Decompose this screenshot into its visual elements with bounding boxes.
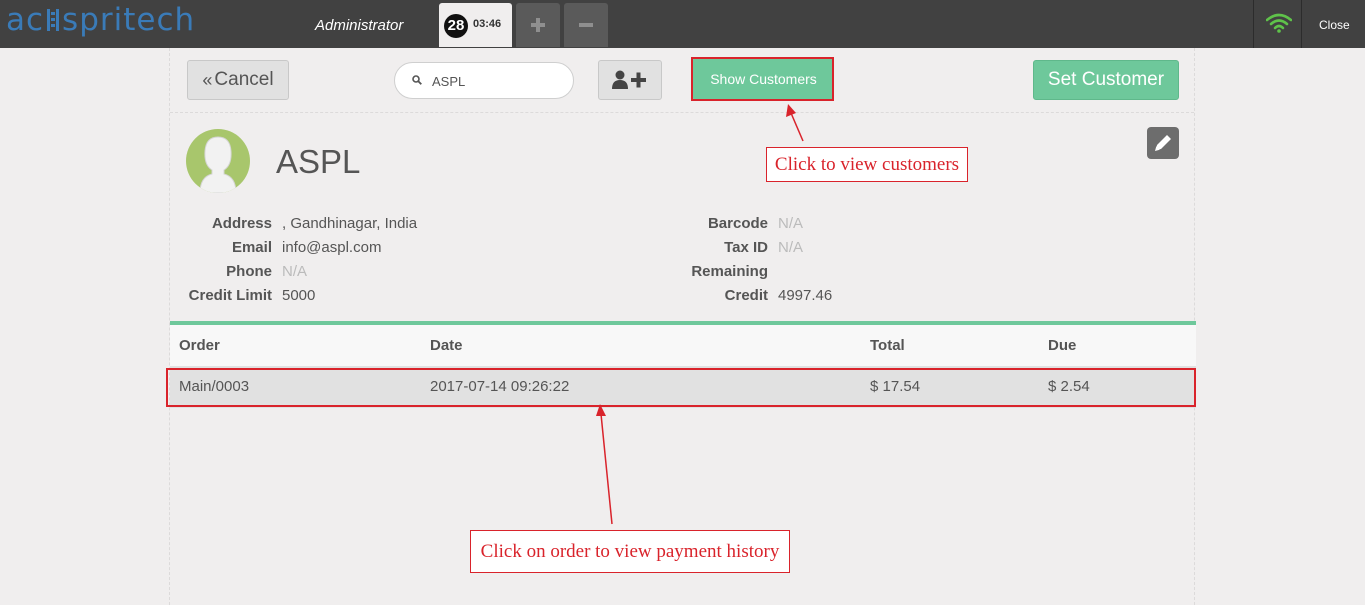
wifi-icon[interactable] [1266,13,1292,33]
column-header-due: Due [1048,337,1077,354]
column-header-order: Order [179,337,220,354]
double-chevron-left-icon: « [202,69,213,90]
detail-row-credit: Credit 4997.46 [670,283,1170,307]
close-button[interactable]: Close [1319,18,1350,32]
set-customer-button[interactable]: Set Customer [1033,60,1179,100]
detail-row-tax-id: Tax ID N/A [670,235,1170,259]
action-bar: « Cancel Show Customers Set Customer [170,48,1194,113]
divider [1301,0,1302,48]
client-list-screen: « Cancel Show Customers Set Customer ASP… [169,48,1196,605]
detail-row-remaining: Remaining [670,259,1170,283]
detail-value: N/A [282,262,308,280]
cancel-button[interactable]: « Cancel [187,60,289,100]
detail-label: Tax ID [724,238,768,256]
logo-mark-icon [47,9,60,31]
search-icon [412,75,422,85]
search-input[interactable] [432,72,562,90]
order-number-badge: 28 [444,14,468,38]
detail-label: Email [231,238,272,256]
detail-label: Barcode [707,214,768,232]
detail-row-barcode: Barcode N/A [670,211,1170,235]
customer-search[interactable] [394,62,574,99]
logo-text-right: spritech [62,2,196,38]
column-header-total: Total [870,337,905,354]
divider [1253,0,1254,48]
detail-value: 4997.46 [778,286,833,304]
order-tab-active[interactable]: 28 03:46 [439,3,512,47]
order-time: 03:46 [473,18,502,30]
callout-payment-history: Click on order to view payment history [470,530,790,573]
delete-order-button[interactable] [564,3,608,47]
cancel-label: Cancel [214,69,274,90]
new-order-button[interactable] [516,3,560,47]
acespritech-logo: ac spritech [6,0,195,40]
detail-label: Remaining [691,262,768,280]
detail-value: N/A [778,214,804,232]
callout-view-customers: Click to view customers [766,147,968,182]
detail-row-credit-limit: Credit Limit 5000 [170,283,630,307]
detail-row-phone: Phone N/A [170,259,630,283]
detail-value: , Gandhinagar, India [282,214,418,232]
avatar-icon [199,136,237,193]
customer-details-right: Barcode N/A Tax ID N/A Remaining Credit … [670,211,1170,307]
highlight-order-row [166,368,1196,407]
detail-row-address: Address , Gandhinagar, India [170,211,630,235]
detail-value: 5000 [282,286,316,304]
detail-label: Phone [226,262,272,280]
customer-avatar [186,129,250,193]
customer-details-left: Address , Gandhinagar, India Email info@… [170,211,630,307]
detail-label: Credit [724,286,768,304]
table-header: Order Date Total Due [170,325,1196,366]
top-bar: ac spritech Administrator 28 03:46 Close [0,0,1365,48]
pencil-icon [1155,135,1171,151]
add-customer-button[interactable] [598,60,662,100]
detail-row-email: Email info@aspl.com [170,235,630,259]
customer-name: ASPL [276,143,361,180]
detail-value: N/A [778,238,804,256]
detail-value: info@aspl.com [282,238,382,256]
edit-customer-button[interactable] [1147,127,1179,159]
column-header-date: Date [430,337,463,354]
add-user-icon [612,70,646,89]
cashier-name[interactable]: Administrator [315,17,403,34]
highlight-show-customers [691,57,834,101]
detail-label: Address [211,214,272,232]
detail-label: Credit Limit [188,286,272,304]
logo-text-left: ac [6,2,45,38]
